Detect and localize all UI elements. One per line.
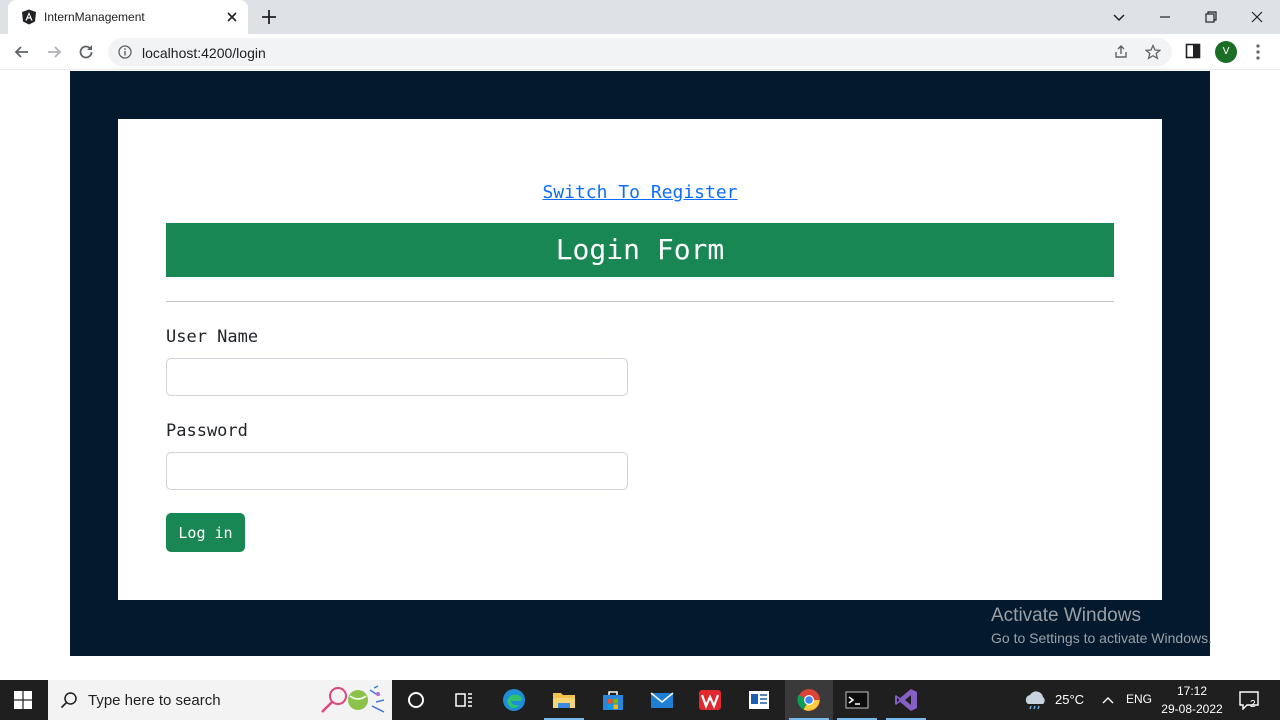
edge-icon bbox=[503, 689, 525, 711]
terminal-button[interactable] bbox=[833, 680, 881, 720]
back-icon[interactable] bbox=[12, 42, 32, 62]
username-input[interactable] bbox=[166, 358, 628, 396]
search-icon bbox=[60, 692, 77, 709]
weather-icon[interactable] bbox=[1022, 689, 1048, 711]
file-explorer-icon bbox=[553, 693, 575, 708]
site-info-icon[interactable] bbox=[118, 45, 132, 59]
chrome-button[interactable] bbox=[785, 680, 833, 720]
password-input[interactable] bbox=[166, 452, 628, 490]
close-tab-icon[interactable] bbox=[224, 9, 240, 25]
restore-icon[interactable] bbox=[1201, 7, 1221, 27]
address-bar[interactable]: localhost:4200/login bbox=[108, 38, 1172, 66]
file-explorer-button[interactable] bbox=[540, 680, 588, 720]
login-button[interactable]: Log in bbox=[166, 513, 245, 552]
share-icon[interactable] bbox=[1113, 44, 1129, 60]
store-button[interactable] bbox=[589, 680, 637, 720]
edge-button[interactable] bbox=[490, 680, 538, 720]
language-indicator[interactable]: ENG bbox=[1126, 692, 1152, 706]
terminal-icon bbox=[845, 691, 869, 709]
username-label: User Name bbox=[166, 327, 259, 347]
mail-button[interactable] bbox=[638, 680, 686, 720]
search-highlight-icon bbox=[321, 685, 385, 713]
watermark-subtitle: Go to Settings to activate Windows. bbox=[991, 630, 1212, 646]
task-view-button[interactable] bbox=[440, 680, 488, 720]
form-title: Login Form bbox=[166, 223, 1114, 277]
chrome-icon bbox=[797, 689, 820, 711]
page-viewport: Switch To Register Login Form User Name … bbox=[0, 70, 1280, 680]
forward-icon[interactable] bbox=[44, 42, 64, 62]
temperature-text: 25°C bbox=[1055, 692, 1085, 707]
browser-toolbar: localhost:4200/login V bbox=[0, 34, 1280, 70]
wps-icon bbox=[699, 690, 721, 710]
clock-time[interactable]: 17:12 bbox=[1163, 684, 1221, 698]
notification-count: 2 bbox=[1250, 699, 1256, 710]
url-text: localhost:4200/login bbox=[142, 45, 266, 61]
password-label: Password bbox=[166, 421, 248, 441]
notification-icon[interactable] bbox=[1238, 690, 1260, 710]
search-placeholder: Type here to search bbox=[88, 692, 221, 709]
login-card: Switch To Register Login Form User Name … bbox=[118, 119, 1162, 600]
side-panel-icon[interactable] bbox=[1185, 43, 1201, 59]
store-icon bbox=[603, 691, 623, 710]
visual-studio-button[interactable] bbox=[882, 680, 930, 720]
bookmark-star-icon[interactable] bbox=[1145, 44, 1161, 60]
switch-to-register-link[interactable]: Switch To Register bbox=[118, 182, 1162, 203]
page-background: Switch To Register Login Form User Name … bbox=[70, 71, 1210, 656]
more-menu-icon[interactable] bbox=[1250, 42, 1266, 62]
cortana-button[interactable] bbox=[392, 680, 440, 720]
taskbar: Type here to search 25°C ENG 17:12 29-08… bbox=[0, 680, 1280, 720]
new-tab-icon[interactable] bbox=[260, 8, 278, 26]
clock-date[interactable]: 29-08-2022 bbox=[1158, 702, 1226, 716]
windows-start-icon[interactable] bbox=[14, 691, 32, 709]
taskbar-search-box[interactable]: Type here to search bbox=[48, 680, 392, 720]
wps-office-button[interactable] bbox=[686, 680, 734, 720]
visual-studio-icon bbox=[895, 689, 917, 711]
news-button[interactable] bbox=[735, 680, 783, 720]
tab-search-icon[interactable] bbox=[1109, 7, 1129, 27]
show-hidden-icons-icon[interactable] bbox=[1100, 692, 1116, 708]
close-window-icon[interactable] bbox=[1247, 7, 1267, 27]
minimize-icon[interactable] bbox=[1155, 7, 1175, 27]
profile-avatar[interactable]: V bbox=[1215, 41, 1237, 63]
task-view-icon bbox=[455, 693, 472, 707]
watermark-title: Activate Windows bbox=[991, 605, 1141, 626]
cortana-icon bbox=[408, 692, 424, 708]
angular-icon bbox=[22, 9, 36, 25]
divider bbox=[166, 301, 1114, 302]
browser-tab[interactable]: InternManagement bbox=[8, 0, 248, 34]
tab-title: InternManagement bbox=[44, 10, 145, 24]
reload-icon[interactable] bbox=[76, 42, 96, 62]
mail-icon bbox=[650, 692, 674, 708]
browser-tab-bar: InternManagement bbox=[0, 0, 1280, 34]
news-icon bbox=[749, 691, 769, 709]
